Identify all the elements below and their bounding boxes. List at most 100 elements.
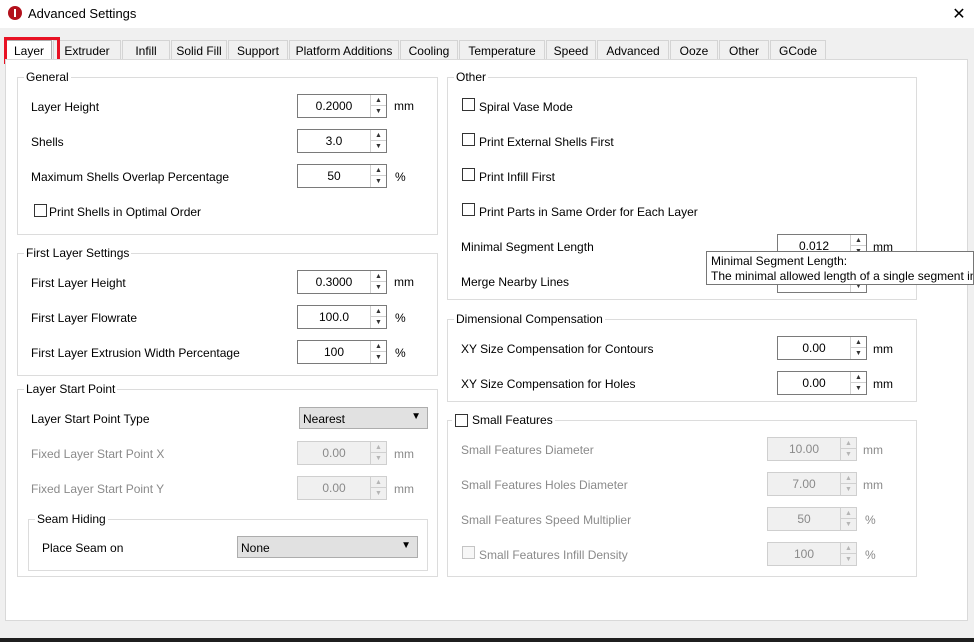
optimal-order-label[interactable]: Print Shells in Optimal Order: [49, 205, 201, 219]
tooltip-text: The minimal allowed length of a single s…: [711, 269, 974, 283]
tab-speed[interactable]: Speed: [546, 40, 596, 60]
tab-infill[interactable]: Infill: [122, 40, 170, 60]
shells-up-icon[interactable]: ▲: [371, 130, 386, 141]
layer-height-value[interactable]: 0.2000: [298, 95, 370, 117]
sf-speed-down-icon[interactable]: ▼: [841, 519, 856, 530]
small-features-diameter-value[interactable]: 10.00: [768, 438, 840, 460]
start-point-x-up-icon[interactable]: ▲: [371, 442, 386, 453]
sf-infill-down-icon[interactable]: ▼: [841, 554, 856, 565]
first-layer-width-spinbox[interactable]: 100 ▲ ▼: [297, 340, 387, 364]
small-features-infill-value[interactable]: 100: [768, 543, 840, 565]
tab-advanced[interactable]: Advanced: [597, 40, 669, 60]
chevron-down-icon[interactable]: ▼: [401, 540, 411, 551]
other-group-title: Other: [454, 70, 489, 84]
contours-compensation-spinbox[interactable]: 0.00 ▲ ▼: [777, 336, 867, 360]
contours-down-icon[interactable]: ▼: [851, 348, 866, 359]
max-overlap-unit: %: [395, 170, 406, 184]
sf-infill-up-icon[interactable]: ▲: [841, 543, 856, 554]
small-features-speed-spinbox[interactable]: 50 ▲ ▼: [767, 507, 857, 531]
max-overlap-down-icon[interactable]: ▼: [371, 176, 386, 187]
first-layer-flowrate-down-icon[interactable]: ▼: [371, 317, 386, 328]
small-features-infill-spinbox[interactable]: 100 ▲ ▼: [767, 542, 857, 566]
taskbar-edge: [0, 638, 974, 642]
first-layer-height-down-icon[interactable]: ▼: [371, 282, 386, 293]
optimal-order-checkbox[interactable]: [34, 204, 47, 217]
infill-first-checkbox[interactable]: [462, 168, 475, 181]
small-features-group: Small Features Small Features Diameter 1…: [447, 413, 917, 577]
start-point-y-value[interactable]: 0.00: [298, 477, 370, 499]
first-layer-width-unit: %: [395, 346, 406, 360]
shells-down-icon[interactable]: ▼: [371, 141, 386, 152]
start-point-y-down-icon[interactable]: ▼: [371, 488, 386, 499]
layer-height-spinbox[interactable]: 0.2000 ▲ ▼: [297, 94, 387, 118]
tab-platform-additions[interactable]: Platform Additions: [289, 40, 399, 60]
layer-height-up-icon[interactable]: ▲: [371, 95, 386, 106]
small-features-infill-checkbox[interactable]: [462, 546, 475, 559]
first-layer-height-up-icon[interactable]: ▲: [371, 271, 386, 282]
first-layer-height-spinbox[interactable]: 0.3000 ▲ ▼: [297, 270, 387, 294]
external-first-checkbox[interactable]: [462, 133, 475, 146]
small-features-holes-value[interactable]: 7.00: [768, 473, 840, 495]
start-point-y-up-icon[interactable]: ▲: [371, 477, 386, 488]
small-features-checkbox[interactable]: [455, 414, 468, 427]
max-overlap-up-icon[interactable]: ▲: [371, 165, 386, 176]
tab-extruder[interactable]: Extruder: [53, 40, 121, 60]
small-features-infill-label[interactable]: Small Features Infill Density: [479, 548, 628, 562]
first-layer-flowrate-spinbox[interactable]: 100.0 ▲ ▼: [297, 305, 387, 329]
start-point-x-value[interactable]: 0.00: [298, 442, 370, 464]
max-overlap-spinbox[interactable]: 50 ▲ ▼: [297, 164, 387, 188]
small-features-diameter-spinbox[interactable]: 10.00 ▲ ▼: [767, 437, 857, 461]
sf-holes-up-icon[interactable]: ▲: [841, 473, 856, 484]
first-layer-flowrate-up-icon[interactable]: ▲: [371, 306, 386, 317]
external-first-label[interactable]: Print External Shells First: [479, 135, 614, 149]
same-order-label[interactable]: Print Parts in Same Order for Each Layer: [479, 205, 698, 219]
tab-solid-fill[interactable]: Solid Fill: [171, 40, 227, 60]
sf-speed-up-icon[interactable]: ▲: [841, 508, 856, 519]
layer-height-label: Layer Height: [31, 100, 100, 114]
first-layer-flowrate-value[interactable]: 100.0: [298, 306, 370, 328]
close-button[interactable]: ✕: [944, 0, 974, 28]
contours-up-icon[interactable]: ▲: [851, 337, 866, 348]
tab-cooling[interactable]: Cooling: [400, 40, 458, 60]
contours-compensation-value[interactable]: 0.00: [778, 337, 850, 359]
start-point-x-down-icon[interactable]: ▼: [371, 453, 386, 464]
sf-diameter-up-icon[interactable]: ▲: [841, 438, 856, 449]
tab-support[interactable]: Support: [228, 40, 288, 60]
holes-up-icon[interactable]: ▲: [851, 372, 866, 383]
max-overlap-value[interactable]: 50: [298, 165, 370, 187]
sf-holes-down-icon[interactable]: ▼: [841, 484, 856, 495]
min-segment-up-icon[interactable]: ▲: [851, 235, 866, 246]
shells-spinbox[interactable]: 3.0 ▲ ▼: [297, 129, 387, 153]
layer-height-down-icon[interactable]: ▼: [371, 106, 386, 117]
start-point-x-unit: mm: [394, 447, 414, 461]
settings-pane: General Layer Height 0.2000 ▲ ▼ mm Shells…: [5, 59, 968, 621]
small-features-holes-spinbox[interactable]: 7.00 ▲ ▼: [767, 472, 857, 496]
place-seam-value[interactable]: None: [241, 541, 270, 555]
first-layer-width-value[interactable]: 100: [298, 341, 370, 363]
chevron-down-icon[interactable]: ▼: [411, 411, 421, 422]
place-seam-combo[interactable]: None ▼: [237, 536, 418, 558]
tab-gcode[interactable]: GCode: [770, 40, 826, 60]
shells-value[interactable]: 3.0: [298, 130, 370, 152]
min-segment-label: Minimal Segment Length: [461, 240, 594, 254]
tab-temperature[interactable]: Temperature: [459, 40, 545, 60]
start-point-x-spinbox[interactable]: 0.00 ▲ ▼: [297, 441, 387, 465]
tab-other[interactable]: Other: [719, 40, 769, 60]
first-layer-width-up-icon[interactable]: ▲: [371, 341, 386, 352]
tab-ooze[interactable]: Ooze: [670, 40, 718, 60]
small-features-speed-value[interactable]: 50: [768, 508, 840, 530]
spiral-vase-checkbox[interactable]: [462, 98, 475, 111]
first-layer-width-down-icon[interactable]: ▼: [371, 352, 386, 363]
start-point-type-value[interactable]: Nearest: [303, 412, 345, 426]
holes-compensation-value[interactable]: 0.00: [778, 372, 850, 394]
shells-label: Shells: [31, 135, 64, 149]
holes-compensation-spinbox[interactable]: 0.00 ▲ ▼: [777, 371, 867, 395]
spiral-vase-label[interactable]: Spiral Vase Mode: [479, 100, 573, 114]
start-point-y-spinbox[interactable]: 0.00 ▲ ▼: [297, 476, 387, 500]
sf-diameter-down-icon[interactable]: ▼: [841, 449, 856, 460]
same-order-checkbox[interactable]: [462, 203, 475, 216]
first-layer-height-value[interactable]: 0.3000: [298, 271, 370, 293]
start-point-type-combo[interactable]: Nearest ▼: [299, 407, 428, 429]
holes-down-icon[interactable]: ▼: [851, 383, 866, 394]
infill-first-label[interactable]: Print Infill First: [479, 170, 555, 184]
